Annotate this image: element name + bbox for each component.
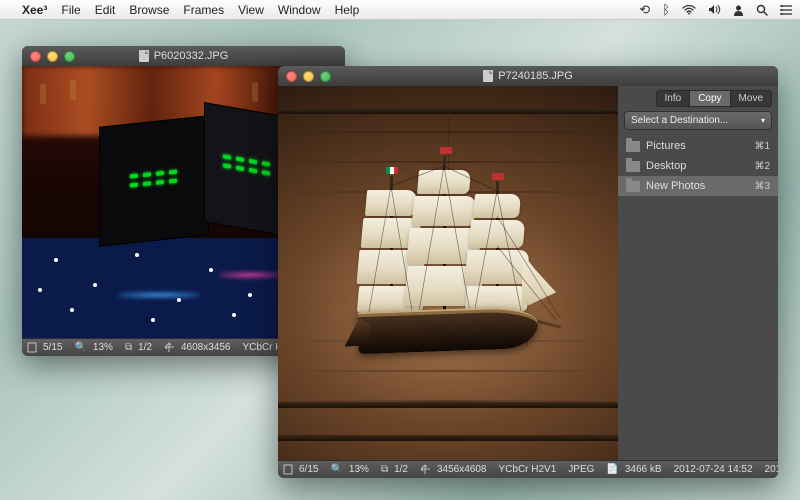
tab-copy[interactable]: Copy [690, 90, 730, 107]
dest-new-photos[interactable]: New Photos ⌘3 [618, 176, 778, 196]
dims-icon [164, 342, 175, 353]
status-date: 2012-07-24 14:52 [674, 464, 753, 475]
minimize-button[interactable] [303, 71, 314, 82]
status-path: 2012/07/P7240185.JPG [765, 464, 778, 475]
window-2-titlebar[interactable]: P7240185.JPG [278, 66, 778, 86]
frame-icon: ⧉ [125, 342, 132, 353]
page-icon [283, 464, 293, 475]
tab-info[interactable]: Info [656, 90, 691, 107]
window-2: P7240185.JPG [278, 66, 778, 478]
document-icon [483, 70, 493, 82]
menu-help[interactable]: Help [335, 3, 360, 17]
status-format: JPEG [568, 464, 594, 475]
status-zoom: 13% [93, 342, 113, 353]
dims-icon [420, 464, 431, 475]
dest-shortcut: ⌘1 [754, 141, 770, 152]
spotlight-icon[interactable] [756, 4, 768, 16]
notification-center-icon[interactable] [780, 5, 792, 15]
status-frame: 1/2 [138, 342, 152, 353]
menu-frames[interactable]: Frames [183, 3, 224, 17]
dest-pictures[interactable]: Pictures ⌘1 [618, 136, 778, 156]
app-menu[interactable]: Xee³ [22, 3, 47, 17]
wifi-icon[interactable] [682, 5, 696, 15]
copy-sidebar: Info Copy Move Select a Destination... P… [618, 86, 778, 460]
volume-icon[interactable] [708, 4, 721, 15]
menu-window[interactable]: Window [278, 3, 321, 17]
user-icon[interactable] [733, 4, 744, 16]
menu-browse[interactable]: Browse [129, 3, 169, 17]
dest-desktop[interactable]: Desktop ⌘2 [618, 156, 778, 176]
document-icon [139, 50, 149, 62]
zoom-icon: 🔍 [330, 464, 342, 475]
status-frame: 1/2 [394, 464, 408, 475]
folder-icon [626, 161, 640, 172]
status-dims: 3456x4608 [437, 464, 487, 475]
close-button[interactable] [286, 71, 297, 82]
status-dims: 4608x3456 [181, 342, 231, 353]
folder-icon [626, 141, 640, 152]
window-2-statusbar: 6/15 🔍 13% ⧉ 1/2 3456x4608 YCbCr H2V1 JP… [278, 460, 778, 478]
bluetooth-icon[interactable]: ᛒ [662, 2, 670, 17]
dest-shortcut: ⌘2 [754, 161, 770, 172]
status-color: YCbCr H2V1 [498, 464, 556, 475]
select-destination-dropdown[interactable]: Select a Destination... [624, 111, 772, 130]
zoom-button[interactable] [64, 51, 75, 62]
file-icon: 📄 [606, 464, 618, 475]
time-machine-icon[interactable]: ⟲ [639, 2, 650, 18]
dest-shortcut: ⌘3 [754, 181, 770, 192]
zoom-icon: 🔍 [74, 342, 86, 353]
status-index: 5/15 [43, 342, 62, 353]
folder-icon [626, 181, 640, 192]
window-2-image[interactable] [278, 86, 618, 460]
window-1-titlebar[interactable]: P6020332.JPG [22, 46, 345, 66]
menubar-right: ⟲ ᛒ [639, 2, 792, 18]
system-menu-bar: Xee³ File Edit Browse Frames View Window… [0, 0, 800, 20]
status-size: 3466 kB [625, 464, 662, 475]
dest-label: New Photos [646, 180, 705, 192]
menu-view[interactable]: View [238, 3, 264, 17]
status-zoom: 13% [349, 464, 369, 475]
window-1-title: P6020332.JPG [154, 50, 229, 62]
status-index: 6/15 [299, 464, 318, 475]
page-icon [27, 342, 37, 353]
frame-icon: ⧉ [381, 464, 388, 475]
close-button[interactable] [30, 51, 41, 62]
dest-label: Desktop [646, 160, 686, 172]
minimize-button[interactable] [47, 51, 58, 62]
zoom-button[interactable] [320, 71, 331, 82]
dest-label: Pictures [646, 140, 686, 152]
menu-edit[interactable]: Edit [95, 3, 116, 17]
menu-file[interactable]: File [61, 3, 80, 17]
tab-move[interactable]: Move [731, 90, 772, 107]
window-2-title: P7240185.JPG [498, 70, 573, 82]
